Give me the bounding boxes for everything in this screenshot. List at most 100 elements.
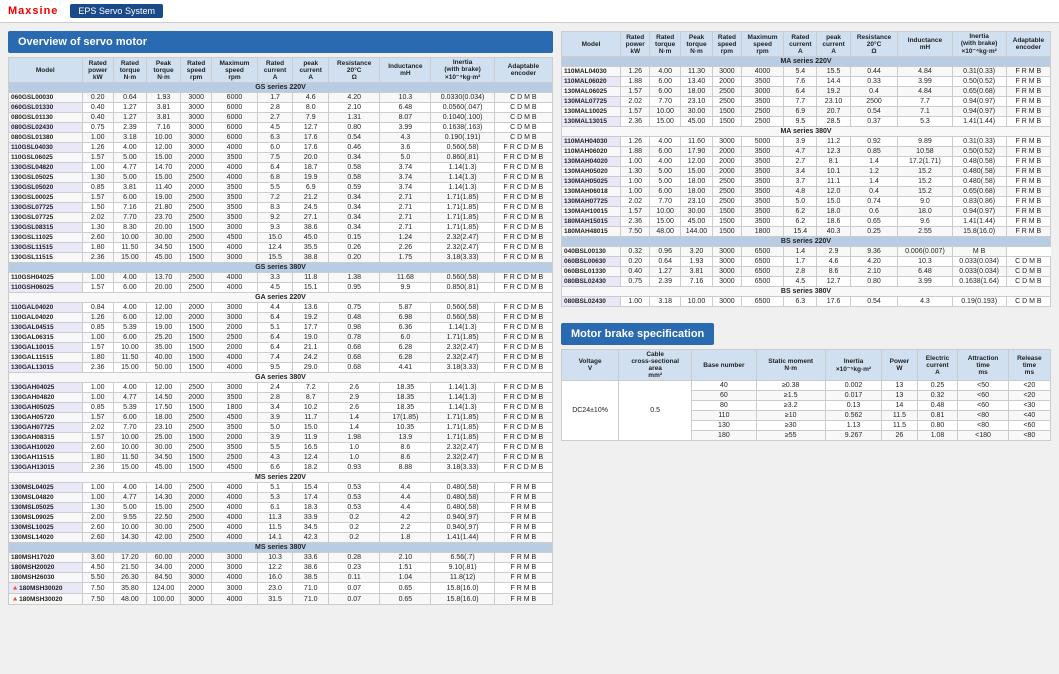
table-row: 110MAL040301.264.0011.30300040005.415.50…: [562, 67, 1051, 77]
brake-attraction-cell: <60: [958, 391, 1008, 401]
table-row: 130MAH040201.004.0012.00200035002.78.11.…: [562, 157, 1051, 167]
table-row: 180MSH200204.5021.5034.002000300012.238.…: [9, 563, 553, 573]
brake-release-cell: <20: [1008, 391, 1050, 401]
top-bar: Maxsine EPS Servo System: [0, 0, 1059, 23]
brake-attraction-cell: <60: [958, 401, 1008, 411]
brake-cca-cell: 0.5: [619, 381, 692, 441]
brake-release-cell: <20: [1008, 381, 1050, 391]
table-row: 080GSL013801.003.1810.00300060006.317.60…: [9, 133, 553, 143]
brake-base-cell: 80: [692, 401, 756, 411]
brake-voltage-cell: DC24±10%: [562, 381, 619, 441]
table-row: 110MAH060201.886.0017.90200035004.712.30…: [562, 147, 1051, 157]
brand-logo: Maxsine: [8, 5, 58, 17]
brake-static-header: Static momentN·m: [756, 350, 825, 381]
col-rated-current: RatedcurrentA: [257, 58, 293, 83]
brake-static-cell: ≥0.38: [756, 381, 825, 391]
overview-title: Overview of servo motor: [8, 31, 553, 53]
table-row: 130GSL050200.853.8111.40200035005.56.90.…: [9, 183, 553, 193]
brake-static-cell: ≥10: [756, 411, 825, 421]
table-row: 130GSL000251.576.0019.00250035007.221.20…: [9, 193, 553, 203]
col-peak-current: peakcurrentA: [293, 58, 329, 83]
r-col-inductance: InductancemH: [898, 32, 952, 57]
r-col-inertia: Inertia(with brake)×10⁻⁴kg·m²: [952, 32, 1006, 57]
table-row: 130GAH040251.004.0012.00250030002.47.22.…: [9, 383, 553, 393]
table-row: 130GAL063151.006.0025.20150025006.419.00…: [9, 333, 553, 343]
table-row: 130MAL077252.027.7023.10250035007.723.10…: [562, 97, 1051, 107]
brake-electric-cell: 0.81: [917, 411, 958, 421]
table-row: 130GAH048201.004.7714.50200035002.88.72.…: [9, 393, 553, 403]
table-row: 130MSL090252.009.5522.502500400011.333.9…: [9, 513, 553, 523]
col-rated-speed: Ratedspeedrpm: [181, 58, 212, 83]
left-panel: Overview of servo motor Model Ratedpower…: [8, 31, 553, 605]
table-row: 130GSL083151.308.3020.00150030009.338.60…: [9, 223, 553, 233]
table-row: 080GSL011300.401.273.81300060002.77.91.3…: [9, 113, 553, 123]
brake-power-cell: 26: [882, 431, 917, 441]
col-inertia: Inertia(with brake)×10⁻⁴kg·m²: [431, 58, 494, 83]
brake-attraction-cell: <80: [958, 421, 1008, 431]
table-row: 130GAH100202.6010.0030.00250035005.516.5…: [9, 443, 553, 453]
table-row: 130GSL077251.507.1621.80250035008.324.50…: [9, 203, 553, 213]
r-col-encoder: Adaptableencoder: [1006, 32, 1050, 57]
brake-power-header: PowerW: [882, 350, 917, 381]
col-max-speed: Maximumspeedrpm: [212, 58, 258, 83]
table-row: 130GAH083151.5710.0025.00150020003.911.9…: [9, 433, 553, 443]
brake-base-cell: 180: [692, 431, 756, 441]
table-row: 110MAH040301.264.0011.60300050003.911.20…: [562, 137, 1051, 147]
table-row: 130GAH050250.855.3917.50150018003.410.22…: [9, 403, 553, 413]
col-rated-power: RatedpowerkW: [82, 58, 113, 83]
brake-release-header: Releasetimems: [1008, 350, 1050, 381]
brake-attraction-cell: <80: [958, 411, 1008, 421]
col-rated-torque: RatedtorqueN·m: [113, 58, 146, 83]
table-row: 130MAH100151.5710.0030.00150035006.218.0…: [562, 207, 1051, 217]
brake-table: VoltageV Cablecross-sectionalareamm² Bas…: [561, 349, 1051, 441]
col-encoder: Adaptableencoder: [494, 58, 552, 83]
servo-motor-table-right: Model RatedpowerkW RatedtorqueN·m Peakto…: [561, 31, 1051, 307]
table-row: 130GSL077252.027.7023.70250035009.227.10…: [9, 213, 553, 223]
brake-attraction-cell: <50: [958, 381, 1008, 391]
table-row: 130MAH060181.006.0018.00250035004.812.00…: [562, 187, 1051, 197]
table-row: 180MAH150152.3615.0045.00150035006.218.6…: [562, 217, 1051, 227]
brake-release-cell: <80: [1008, 431, 1050, 441]
brake-release-cell: <30: [1008, 401, 1050, 411]
table-row: 060GSL013300.401.273.81300060002.88.02.1…: [9, 103, 553, 113]
brake-base-cell: 110: [692, 411, 756, 421]
table-row: 130GSL115152.3615.0045.001500300015.538.…: [9, 253, 553, 263]
table-row: 130MAH050251.005.0018.00250035003.711.11…: [562, 177, 1051, 187]
brake-attraction-header: Attractiontimems: [958, 350, 1008, 381]
table-row: 130GAH130152.3615.0045.00150045006.618.2…: [9, 463, 553, 473]
table-row: 110GSL060251.575.0015.00200035007.520.00…: [9, 153, 553, 163]
table-row: 130MSL140202.6014.3042.002500400014.142.…: [9, 533, 553, 543]
table-row: 040BSL001300.320.963.20300065001.42.99.3…: [562, 247, 1051, 257]
col-inductance: InductancemH: [380, 58, 431, 83]
table-row: 110GSH060251.576.0020.00250040004.515.10…: [9, 283, 553, 293]
table-row: 130GAL100151.5710.0035.00150020006.421.1…: [9, 343, 553, 353]
right-panel: Model RatedpowerkW RatedtorqueN·m Peakto…: [561, 31, 1051, 605]
brake-inertia-cell: 9.267: [825, 431, 881, 441]
table-row: 130MSL048201.004.7714.30200040005.317.40…: [9, 493, 553, 503]
brake-electric-cell: 0.48: [917, 401, 958, 411]
brake-base-cell: 40: [692, 381, 756, 391]
table-row: 060GSL000300.200.641.93300060001.74.64.2…: [9, 93, 553, 103]
brake-static-cell: ≥3.2: [756, 401, 825, 411]
brake-static-cell: ≥30: [756, 421, 825, 431]
brake-electric-cell: 0.80: [917, 421, 958, 431]
brake-static-cell: ≥55: [756, 431, 825, 441]
brake-static-cell: ≥1.5: [756, 391, 825, 401]
r-col-rated-power: RatedpowerkW: [621, 32, 650, 57]
table-row: 130GAH057201.576.0018.00250045003.911.71…: [9, 413, 553, 423]
r-col-rated-current: RatedcurrentA: [784, 32, 817, 57]
brake-table-row: DC24±10%0.540≥0.380.002130.25<50<20: [562, 381, 1051, 391]
table-row: 110MAL060201.886.0013.40200035007.614.40…: [562, 77, 1051, 87]
r-col-rated-speed: Ratedspeedrpm: [712, 32, 741, 57]
brake-section-title: Motor brake specification: [561, 323, 714, 345]
brake-cca-header: Cablecross-sectionalareamm²: [619, 350, 692, 381]
table-row: 130MSL050251.305.0015.00250040006.118.30…: [9, 503, 553, 513]
brake-inertia-cell: 0.562: [825, 411, 881, 421]
table-row: 180MAH480157.5048.00144.001500180015.440…: [562, 227, 1051, 237]
main-content: Overview of servo motor Model Ratedpower…: [0, 23, 1059, 613]
table-row: 130GAH077252.027.7023.10250035005.015.01…: [9, 423, 553, 433]
table-row: 180MSH260305.5026.3084.503000400016.038.…: [9, 573, 553, 583]
brake-base-header: Base number: [692, 350, 756, 381]
table-row: 080GSL024300.752.397.16300060004.512.70.…: [9, 123, 553, 133]
r-col-rated-torque: RatedtorqueN·m: [650, 32, 681, 57]
